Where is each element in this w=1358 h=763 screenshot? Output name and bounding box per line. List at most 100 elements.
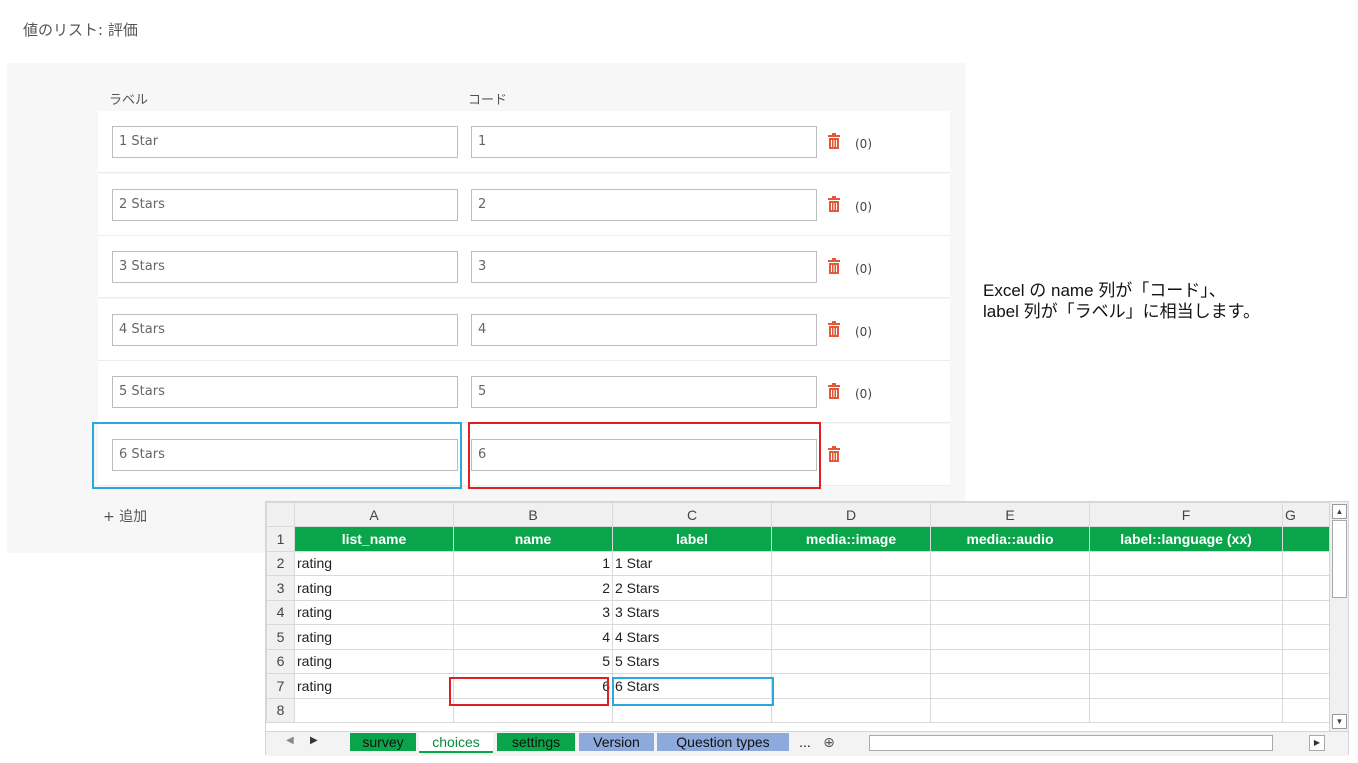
cell[interactable]: 2 Stars (612, 575, 772, 601)
cell[interactable]: 4 (453, 624, 613, 650)
trash-icon[interactable] (827, 258, 841, 274)
cell[interactable]: 5 (453, 648, 613, 674)
cell[interactable] (930, 624, 1090, 650)
cell[interactable]: 1 (453, 550, 613, 576)
trash-icon[interactable] (827, 196, 841, 212)
cell[interactable] (1282, 673, 1330, 699)
cell[interactable] (1089, 599, 1283, 625)
next-sheet-icon[interactable]: ▶ (310, 735, 318, 746)
prev-sheet-icon[interactable]: ◀ (286, 735, 294, 746)
cell[interactable]: rating (294, 624, 454, 650)
cell[interactable] (930, 599, 1090, 625)
row-header[interactable]: 5 (266, 624, 295, 650)
cell[interactable] (930, 550, 1090, 576)
cell[interactable]: rating (294, 673, 454, 699)
column-header[interactable]: B (453, 502, 613, 527)
cell[interactable]: rating (294, 599, 454, 625)
row-header[interactable]: 2 (266, 550, 295, 576)
column-header[interactable]: D (771, 502, 931, 527)
cell[interactable]: rating (294, 550, 454, 576)
cell[interactable] (771, 550, 931, 576)
cell[interactable] (1089, 673, 1283, 699)
row-header[interactable]: 4 (266, 599, 295, 625)
more-sheets-button[interactable]: ... (794, 733, 816, 751)
column-header[interactable]: A (294, 502, 454, 527)
cell[interactable]: 4 Stars (612, 624, 772, 650)
choice-label-input[interactable]: 5 Stars (112, 376, 458, 408)
cell[interactable]: rating (294, 575, 454, 601)
cell[interactable]: 1 Star (612, 550, 772, 576)
header-cell[interactable]: label (612, 526, 772, 552)
row-header[interactable]: 3 (266, 575, 295, 601)
sheet-tab-question-types[interactable]: Question types (657, 733, 789, 751)
scroll-down-icon[interactable]: ▼ (1332, 714, 1347, 729)
horizontal-scrollbar[interactable] (869, 735, 1273, 751)
column-header[interactable]: C (612, 502, 772, 527)
row-header[interactable]: 1 (266, 526, 295, 552)
sheet-tab-survey[interactable]: survey (350, 733, 416, 751)
header-cell[interactable]: media::image (771, 526, 931, 552)
header-cell[interactable]: media::audio (930, 526, 1090, 552)
choice-code-input[interactable]: 4 (471, 314, 817, 346)
trash-icon[interactable] (827, 383, 841, 399)
select-all-corner[interactable] (266, 502, 295, 527)
column-header[interactable]: E (930, 502, 1090, 527)
cell[interactable]: 3 Stars (612, 599, 772, 625)
cell[interactable] (771, 697, 931, 723)
vertical-scrollbar[interactable]: ▲ ▼ (1329, 502, 1348, 731)
trash-icon[interactable] (827, 446, 841, 462)
cell[interactable]: rating (294, 648, 454, 674)
sheet-tab-version[interactable]: Version (579, 733, 654, 751)
scroll-up-icon[interactable]: ▲ (1332, 504, 1347, 519)
choice-code-input[interactable]: 5 (471, 376, 817, 408)
cell[interactable] (771, 624, 931, 650)
choice-code-input[interactable]: 3 (471, 251, 817, 283)
cell[interactable] (771, 599, 931, 625)
cell[interactable] (930, 697, 1090, 723)
add-sheet-icon[interactable]: ⊕ (818, 733, 840, 751)
add-choice-button[interactable]: + 追加 (103, 506, 147, 526)
cell[interactable] (930, 673, 1090, 699)
cell[interactable] (1282, 599, 1330, 625)
scroll-thumb[interactable] (1332, 520, 1347, 598)
choice-label-input[interactable]: 3 Stars (112, 251, 458, 283)
header-cell[interactable]: label::language (xx) (1089, 526, 1283, 552)
cell[interactable] (1089, 624, 1283, 650)
row-header[interactable]: 8 (266, 697, 295, 723)
choice-label-input[interactable]: 2 Stars (112, 189, 458, 221)
cell[interactable] (294, 697, 454, 723)
trash-icon[interactable] (827, 321, 841, 337)
cell[interactable] (1282, 550, 1330, 576)
cell[interactable] (930, 575, 1090, 601)
choice-code-input[interactable]: 2 (471, 189, 817, 221)
sheet-tab-choices[interactable]: choices (419, 733, 493, 753)
cell[interactable] (771, 648, 931, 674)
header-cell[interactable]: name (453, 526, 613, 552)
trash-icon[interactable] (827, 133, 841, 149)
cell[interactable] (1089, 697, 1283, 723)
cell[interactable] (1089, 550, 1283, 576)
column-header[interactable]: G (1282, 502, 1330, 527)
cell[interactable] (930, 648, 1090, 674)
column-header[interactable]: F (1089, 502, 1283, 527)
choice-label-input[interactable]: 1 Star (112, 126, 458, 158)
header-cell[interactable]: list_name (294, 526, 454, 552)
row-header[interactable]: 6 (266, 648, 295, 674)
header-cell[interactable] (1282, 526, 1330, 552)
cell[interactable] (1282, 648, 1330, 674)
cell[interactable]: 5 Stars (612, 648, 772, 674)
cell[interactable] (1282, 575, 1330, 601)
cell[interactable] (1282, 624, 1330, 650)
choice-label-input[interactable]: 4 Stars (112, 314, 458, 346)
row-header[interactable]: 7 (266, 673, 295, 699)
choice-code-input[interactable]: 1 (471, 126, 817, 158)
cell[interactable]: 2 (453, 575, 613, 601)
cell[interactable] (1089, 575, 1283, 601)
sheet-tab-settings[interactable]: settings (497, 733, 575, 751)
cell[interactable] (1282, 697, 1330, 723)
cell[interactable] (1089, 648, 1283, 674)
cell[interactable] (771, 575, 931, 601)
cell[interactable] (771, 673, 931, 699)
cell[interactable]: 3 (453, 599, 613, 625)
scroll-right-icon[interactable]: ▶ (1309, 735, 1325, 751)
